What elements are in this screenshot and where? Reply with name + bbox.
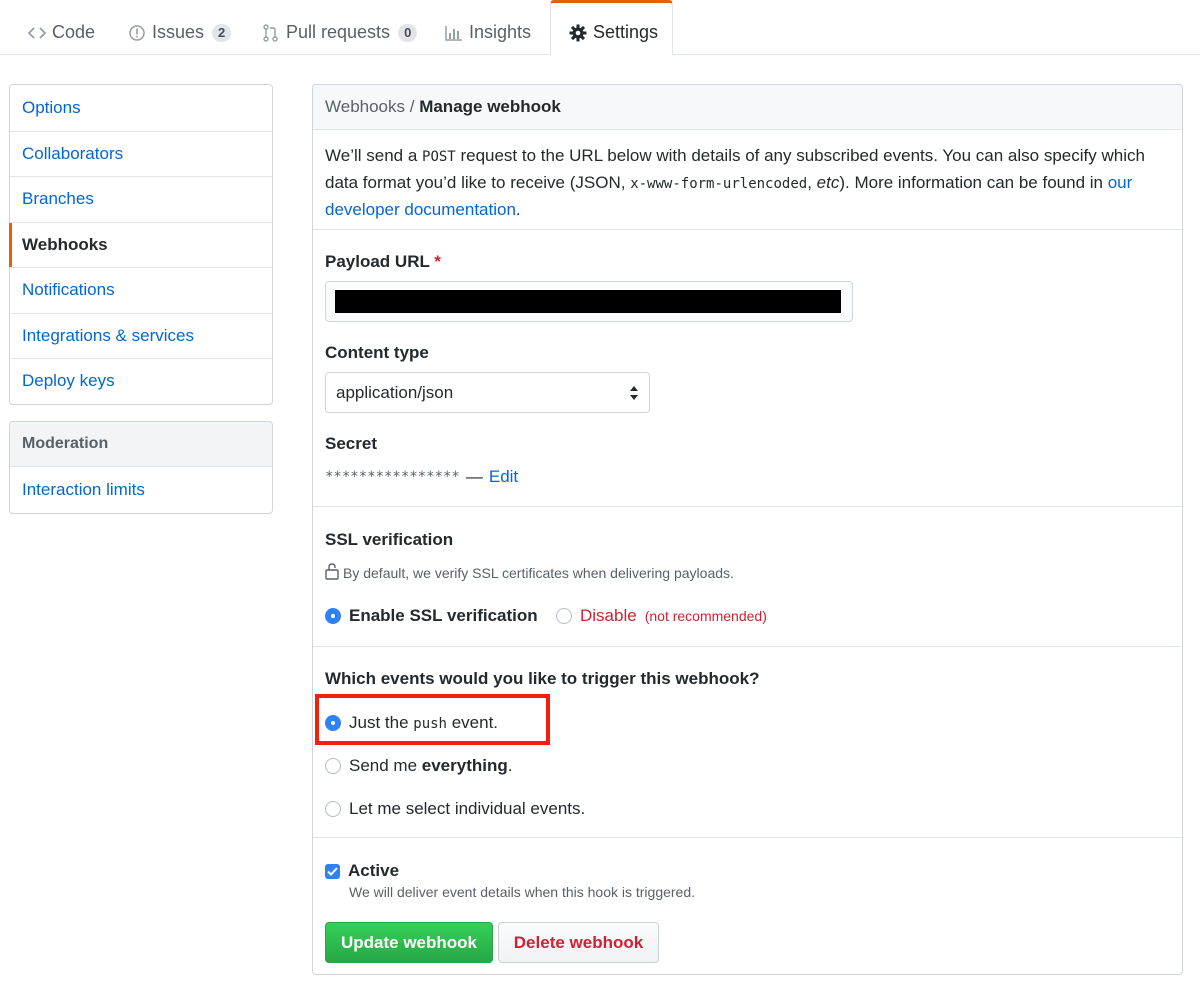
section-divider: [313, 229, 1182, 230]
ssl-note: By default, we verify SSL certificates w…: [325, 562, 734, 583]
lock-icon: [325, 562, 339, 583]
manage-webhook-box: Webhooks / Manage webhook We’ll send a P…: [312, 84, 1183, 975]
tab-pull-requests[interactable]: Pull requests 0: [262, 0, 418, 55]
everything-text: everything: [421, 756, 508, 775]
secret-masked-value: ****************: [325, 469, 460, 485]
content-type-label: Content type: [325, 343, 429, 362]
event-option-individual[interactable]: Let me select individual events.: [325, 799, 585, 819]
active-checkbox[interactable]: [325, 863, 340, 879]
event-everything-label-post: .: [507, 756, 513, 775]
moderation-sidebar-menu: Moderation Interaction limits: [9, 421, 273, 514]
tab-insights[interactable]: Insights: [445, 0, 531, 55]
payload-url-label-text: Payload URL: [325, 252, 430, 271]
box-header: Webhooks / Manage webhook: [313, 85, 1182, 130]
ssl-verification-label: SSL verification: [325, 530, 454, 549]
intro-text-5: .: [515, 200, 521, 219]
required-marker: *: [434, 252, 441, 271]
tab-issues[interactable]: Issues 2: [128, 0, 232, 55]
moderation-heading: Moderation: [10, 422, 272, 467]
event-everything-label-pre: Send me: [349, 756, 422, 775]
sidebar-item-integrations-services[interactable]: Integrations & services: [10, 312, 272, 359]
tab-settings-label: Settings: [593, 22, 659, 42]
page-title: Manage webhook: [419, 97, 561, 116]
highlight-annotation-box: [315, 694, 550, 745]
breadcrumb-separator: /: [405, 97, 420, 116]
ssl-disable-option[interactable]: Disable (not recommended): [556, 606, 767, 626]
sidebar-item-collaborators[interactable]: Collaborators: [10, 130, 272, 177]
event-option-everything[interactable]: Send me everything.: [325, 756, 512, 776]
secret-value-row: **************** — Edit: [325, 467, 518, 487]
section-divider: [313, 506, 1182, 507]
tab-insights-label: Insights: [469, 22, 532, 42]
secret-edit-link[interactable]: Edit: [489, 467, 518, 487]
content-type-select[interactable]: application/json: [325, 372, 650, 413]
redacted-url: [335, 290, 841, 313]
event-individual-radio[interactable]: [325, 801, 341, 817]
sidebar-item-options[interactable]: Options: [10, 85, 272, 131]
graph-icon: [445, 24, 463, 42]
sidebar-item-interaction-limits[interactable]: Interaction limits: [10, 467, 272, 513]
format-code: x-www-form-urlencoded: [630, 176, 808, 192]
active-checkbox-row[interactable]: Active: [325, 861, 399, 881]
tab-code[interactable]: Code: [28, 0, 95, 55]
pull-request-icon: [262, 23, 280, 42]
intro-text-1: We’ll send a: [325, 146, 423, 165]
intro-text-3: ,: [807, 173, 817, 192]
sidebar-item-deploy-keys[interactable]: Deploy keys: [10, 358, 272, 404]
secret-label: Secret: [325, 434, 377, 453]
tab-code-label: Code: [52, 22, 96, 42]
ssl-note-text: By default, we verify SSL certificates w…: [343, 564, 734, 581]
delete-webhook-button[interactable]: Delete webhook: [498, 922, 659, 963]
event-everything-radio[interactable]: [325, 758, 341, 774]
ssl-enable-label: Enable SSL verification: [349, 606, 538, 625]
section-divider: [313, 837, 1182, 838]
checkmark-icon: [327, 866, 338, 876]
settings-sidebar-menu: Options Collaborators Branches Webhooks …: [9, 84, 273, 405]
select-caret-icon: [629, 385, 639, 401]
ssl-disable-radio[interactable]: [556, 608, 572, 624]
tab-issues-label: Issues: [152, 22, 205, 42]
event-everything-label: Send me everything.: [349, 756, 512, 776]
payload-url-label: Payload URL *: [325, 252, 441, 272]
ssl-disable-label: Disable: [580, 606, 637, 625]
gear-icon: [569, 24, 587, 42]
section-divider: [313, 646, 1182, 647]
post-code: POST: [422, 149, 456, 165]
repo-nav-tabs: Code Issues 2 Pull requests 0 Insights S…: [0, 0, 1200, 56]
ssl-enable-radio[interactable]: [325, 608, 341, 624]
event-individual-label: Let me select individual events.: [349, 799, 586, 818]
issue-icon: [128, 24, 146, 42]
ssl-disable-note: (not recommended): [644, 608, 767, 624]
code-icon: [28, 24, 46, 42]
intro-text-4: ). More information can be found in: [839, 173, 1108, 192]
intro-text: We’ll send a POST request to the URL bel…: [325, 143, 1173, 222]
active-note: We will deliver event details when this …: [349, 884, 696, 900]
payload-url-input[interactable]: [325, 281, 853, 322]
content-type-value: application/json: [336, 382, 454, 402]
update-webhook-button[interactable]: Update webhook: [325, 922, 493, 963]
sidebar-item-notifications[interactable]: Notifications: [10, 267, 272, 313]
ssl-enable-option[interactable]: Enable SSL verification: [325, 606, 538, 626]
sidebar-item-branches[interactable]: Branches: [10, 176, 272, 222]
etc-text: etc: [816, 173, 840, 192]
events-question: Which events would you like to trigger t…: [325, 669, 760, 688]
breadcrumb-webhooks[interactable]: Webhooks: [325, 97, 405, 117]
active-label: Active: [348, 861, 400, 880]
tab-pull-requests-label: Pull requests: [286, 22, 391, 42]
sidebar-item-webhooks[interactable]: Webhooks: [9, 221, 272, 268]
issues-count-badge: 2: [212, 23, 232, 42]
secret-dash: —: [465, 467, 483, 486]
pull-requests-count-badge: 0: [398, 23, 418, 42]
tab-settings[interactable]: Settings: [550, 0, 673, 56]
